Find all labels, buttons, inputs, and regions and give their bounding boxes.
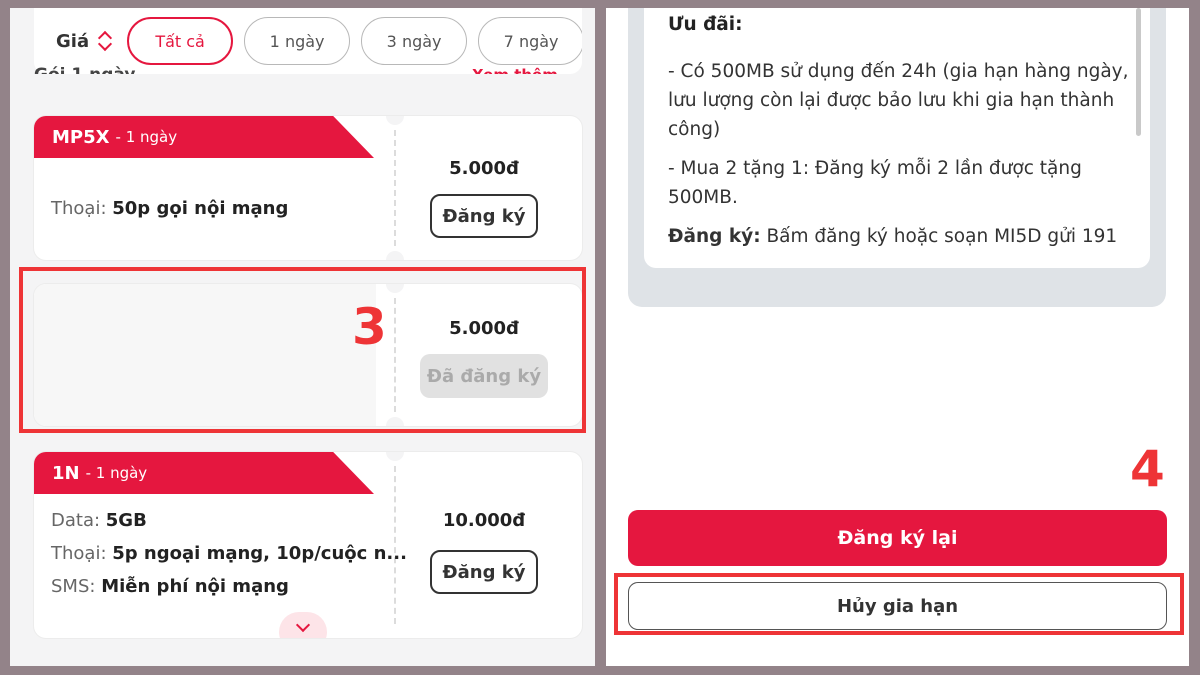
register-text: Bấm đăng ký hoặc soạn MI5D gửi 191 xyxy=(760,226,1118,247)
package-card-1n[interactable]: 1N - 1 ngày Data: 5GB Thoại: 5p ngoại mạ… xyxy=(34,452,582,638)
detail-label: Thoại: xyxy=(51,543,107,564)
register-button[interactable]: Đăng ký xyxy=(430,550,538,594)
package-tag: 1N - 1 ngày xyxy=(34,452,374,494)
step4-highlight-box xyxy=(614,573,1184,635)
chip-7-days[interactable]: 7 ngày xyxy=(478,17,582,65)
chip-all[interactable]: Tất cả xyxy=(127,17,234,65)
price-sort-button[interactable]: Giá xyxy=(56,30,113,52)
details-heading: Ưu đãi: xyxy=(668,14,743,35)
package-card-mp5x[interactable]: MP5X - 1 ngày Thoại: 50p gọi nội mạng 5.… xyxy=(34,116,582,260)
package-duration: - 1 ngày xyxy=(85,464,148,482)
step3-number: 3 xyxy=(352,298,387,356)
detail-value: 50p gọi nội mạng xyxy=(112,198,289,219)
details-item: - Mua 2 tặng 1: Đăng ký mỗi 2 lần được t… xyxy=(668,158,1082,208)
detail-label: SMS: xyxy=(51,576,96,597)
section-title: Gói 1 ngày xyxy=(34,60,234,74)
scrollbar[interactable] xyxy=(1136,8,1141,136)
package-tag: MP5X - 1 ngày xyxy=(34,116,374,158)
package-detail-line: Thoại: 5p ngoại mạng, 10p/cuộc n... xyxy=(51,543,407,564)
package-price: 5.000đ xyxy=(449,158,519,179)
chevron-down-icon xyxy=(295,617,311,633)
package-price: 10.000đ xyxy=(442,510,526,531)
package-code: MP5X xyxy=(52,126,110,148)
see-more-link[interactable]: Xem thêm xyxy=(472,60,582,74)
detail-label: Data: xyxy=(51,510,101,531)
details-scroll-area[interactable]: Ưu đãi: - Có 500MB sử dụng đến 24h (gia … xyxy=(644,8,1150,268)
details-item: - Có 500MB sử dụng đến 24h (gia hạn hàng… xyxy=(668,61,1129,140)
notch xyxy=(386,452,404,461)
notch xyxy=(386,251,404,260)
chip-1-day[interactable]: 1 ngày xyxy=(244,17,351,65)
step3-highlight-box xyxy=(19,267,586,433)
price-sort-label: Giá xyxy=(56,30,90,52)
detail-value: Miễn phí nội mạng xyxy=(101,576,289,597)
detail-value: 5GB xyxy=(105,510,147,531)
register-instruction: Đăng ký: Bấm đăng ký hoặc soạn MI5D gửi … xyxy=(668,222,1132,251)
detail-value: 5p ngoại mạng, 10p/cuộc n... xyxy=(112,543,407,564)
package-detail-line: SMS: Miễn phí nội mạng xyxy=(51,576,289,597)
notch xyxy=(386,116,404,125)
package-detail-screen: Ưu đãi: - Có 500MB sử dụng đến 24h (gia … xyxy=(606,8,1189,666)
renew-button[interactable]: Đăng ký lại xyxy=(628,510,1167,566)
package-detail-line: Thoại: 50p gọi nội mạng xyxy=(51,198,288,219)
step4-number: 4 xyxy=(1130,440,1165,498)
expand-button[interactable] xyxy=(279,612,327,638)
detail-label: Thoại: xyxy=(51,198,107,219)
chip-3-days[interactable]: 3 ngày xyxy=(361,17,468,65)
divider xyxy=(394,130,396,246)
package-detail-line: Data: 5GB xyxy=(51,510,147,531)
package-duration: - 1 ngày xyxy=(115,128,178,146)
sort-icon xyxy=(97,30,113,52)
details-container: Ưu đãi: - Có 500MB sử dụng đến 24h (gia … xyxy=(628,8,1166,307)
package-code: 1N xyxy=(52,462,80,484)
register-button[interactable]: Đăng ký xyxy=(430,194,538,238)
register-label: Đăng ký: xyxy=(668,226,761,247)
